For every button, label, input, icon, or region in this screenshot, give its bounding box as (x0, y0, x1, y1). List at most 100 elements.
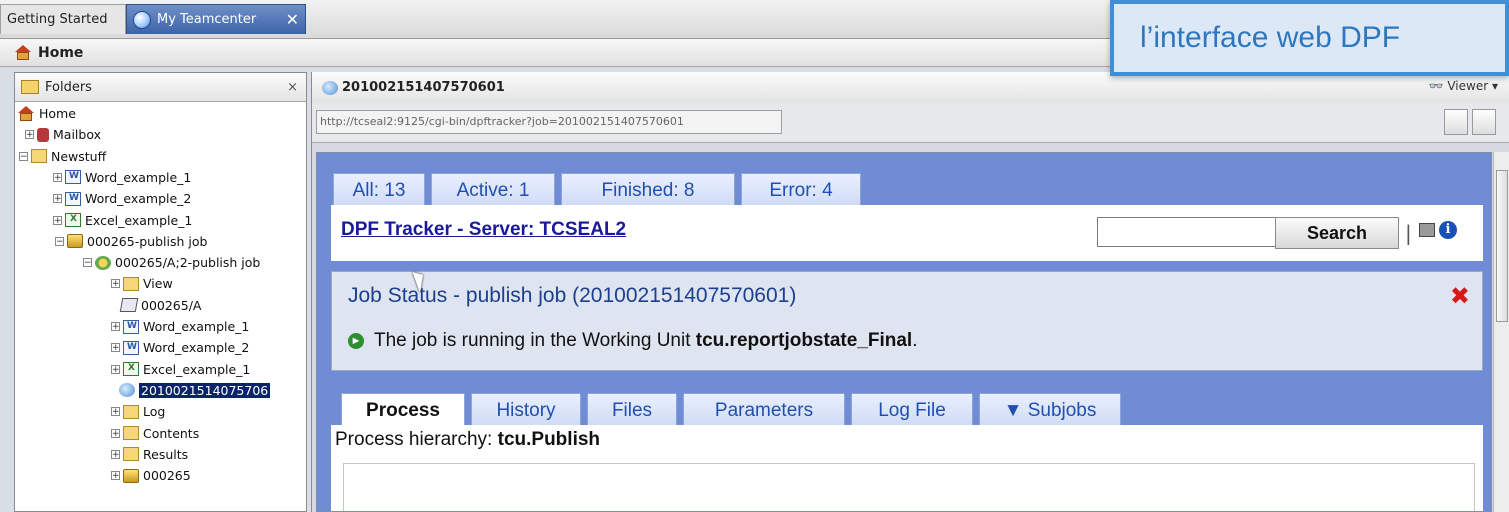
search-input[interactable] (1097, 217, 1277, 247)
tree-item[interactable]: − 000265-publish job (55, 231, 207, 252)
status-prefix: The job is running in the Working Unit (374, 330, 696, 351)
expander-icon[interactable]: + (53, 215, 62, 225)
info-icon[interactable]: i (1439, 221, 1457, 239)
word-icon (123, 340, 139, 355)
job-status-title: Job Status - publish job (20100215140757… (348, 284, 797, 307)
dataset-icon (119, 298, 139, 313)
expander-icon[interactable]: + (53, 172, 62, 182)
home-icon (14, 44, 32, 61)
toolbar-button[interactable] (1472, 109, 1496, 135)
folder-icon (21, 80, 39, 94)
tab-all[interactable]: All: 13 (333, 173, 425, 207)
globe-icon (133, 10, 151, 29)
expander-icon[interactable]: + (111, 471, 120, 481)
expander-icon[interactable]: + (111, 449, 120, 459)
server-link[interactable]: DPF Tracker - Server: TCSEAL2 (341, 219, 626, 241)
expander-icon[interactable]: − (19, 151, 28, 161)
item-icon (67, 234, 83, 249)
word-icon (65, 191, 81, 206)
tab-active[interactable]: Active: 1 (431, 173, 555, 207)
folder-icon (123, 447, 139, 462)
tab-parameters[interactable]: Parameters (683, 393, 845, 427)
tree-item-label: Excel_example_1 (85, 212, 193, 228)
tree-item[interactable]: − 000265/A;2-publish job (83, 252, 260, 273)
print-icon[interactable] (1419, 223, 1435, 237)
tab-finished[interactable]: Finished: 8 (561, 173, 735, 207)
running-icon: ► (348, 333, 364, 349)
tree-item[interactable]: + Word_example_1 (53, 167, 191, 188)
tree-item-label: Mailbox (53, 127, 101, 143)
tab-files[interactable]: Files (587, 393, 677, 427)
tree-item-label: Home (39, 106, 76, 121)
viewer-dropdown[interactable]: 👓 Viewer ▾ (1429, 79, 1498, 93)
tree-item[interactable]: + Word_example_2 (111, 337, 249, 358)
job-icon (322, 80, 338, 95)
tree-item[interactable]: + Excel_example_1 (53, 210, 192, 231)
tree-item-label: Excel_example_1 (143, 361, 251, 377)
tree-item[interactable]: + View (111, 273, 173, 294)
tree-item[interactable]: + Contents (111, 423, 199, 444)
dpf-tracker-webview: All: 13 Active: 1 Finished: 8 Error: 4 D… (316, 152, 1492, 512)
tree-item[interactable]: − Newstuff (19, 146, 106, 167)
expander-icon[interactable]: + (111, 407, 120, 417)
callout-banner: l’interface web DPF (1110, 0, 1509, 76)
tab-my-teamcenter[interactable]: My Teamcenter ✕ (126, 4, 306, 34)
tab-error[interactable]: Error: 4 (741, 173, 861, 207)
expander-icon[interactable]: + (25, 130, 34, 140)
tree-item[interactable]: +000265 (111, 465, 191, 486)
tab-log-file[interactable]: Log File (851, 393, 973, 427)
close-tab-icon[interactable]: ✕ (286, 10, 299, 29)
tab-process[interactable]: Process (341, 393, 465, 427)
url-field[interactable]: http://tcseal2:9125/cgi-bin/dpftracker?j… (316, 110, 782, 134)
search-button[interactable]: Search (1275, 217, 1399, 249)
tree-item[interactable]: + Word_example_1 (111, 316, 249, 337)
expander-icon[interactable]: + (53, 194, 62, 204)
tree-item-label: Newstuff (51, 148, 107, 164)
job-icon (119, 383, 135, 398)
process-tree-box (343, 463, 1475, 511)
expander-icon[interactable]: + (111, 343, 120, 353)
scrollbar-thumb[interactable] (1496, 170, 1508, 322)
tree-item-label: Word_example_2 (143, 340, 250, 356)
expander-icon[interactable]: + (111, 428, 120, 438)
close-pane-icon[interactable]: × (287, 80, 298, 95)
tree-item-label: 000265-publish job (87, 233, 208, 249)
excel-icon (123, 362, 139, 377)
expander-icon[interactable]: + (111, 364, 120, 374)
folder-icon (123, 426, 139, 440)
tab-subjobs[interactable]: ▼ Subjobs (979, 393, 1121, 427)
expander-icon[interactable]: − (55, 236, 64, 246)
folders-pane: Folders × Home + Mailbox − Newstuff + Word_exa… (14, 72, 307, 512)
tree-item[interactable]: + Word_example_2 (53, 188, 191, 209)
home-label: Home (38, 44, 84, 61)
expander-icon[interactable]: + (111, 279, 120, 289)
process-area: Process hierarchy: tcu.Publish (331, 425, 1483, 511)
tree-item[interactable]: + Results (111, 444, 188, 465)
tree-item[interactable]: + Log (111, 401, 165, 422)
tree-item[interactable]: + Excel_example_1 (111, 359, 250, 380)
tree-item-label: Results (143, 446, 189, 462)
tab-getting-started-label: Getting Started (7, 12, 108, 27)
tree-item-label: 000265/A;2-publish job (115, 255, 261, 271)
expander-icon[interactable]: + (111, 322, 120, 332)
tree-item[interactable]: 2010021514075706 (119, 380, 271, 401)
folder-icon (123, 404, 139, 419)
folders-title: Folders (45, 79, 92, 95)
tree-item-label: View (143, 276, 173, 292)
close-icon[interactable]: ✖ (1450, 282, 1470, 310)
tab-history[interactable]: History (471, 393, 581, 427)
tree-item-label: 000265 (143, 468, 191, 484)
tree-item[interactable]: 000265/A (119, 295, 201, 316)
tree-item[interactable]: Home (17, 103, 76, 124)
word-icon (65, 170, 81, 185)
expander-icon[interactable]: − (83, 258, 92, 268)
tree-item[interactable]: + Mailbox (25, 124, 101, 145)
glasses-icon: 👓 (1428, 79, 1448, 93)
content-pane: 201002151407570601 👓 Viewer ▾ http://tcs… (311, 72, 1509, 512)
refresh-button[interactable] (1444, 109, 1468, 135)
home-icon (17, 105, 35, 122)
folder-icon (31, 149, 47, 164)
tree-item-label: 2010021514075706 (139, 382, 271, 398)
vertical-scrollbar[interactable] (1493, 152, 1509, 512)
tab-getting-started[interactable]: Getting Started (0, 4, 126, 34)
